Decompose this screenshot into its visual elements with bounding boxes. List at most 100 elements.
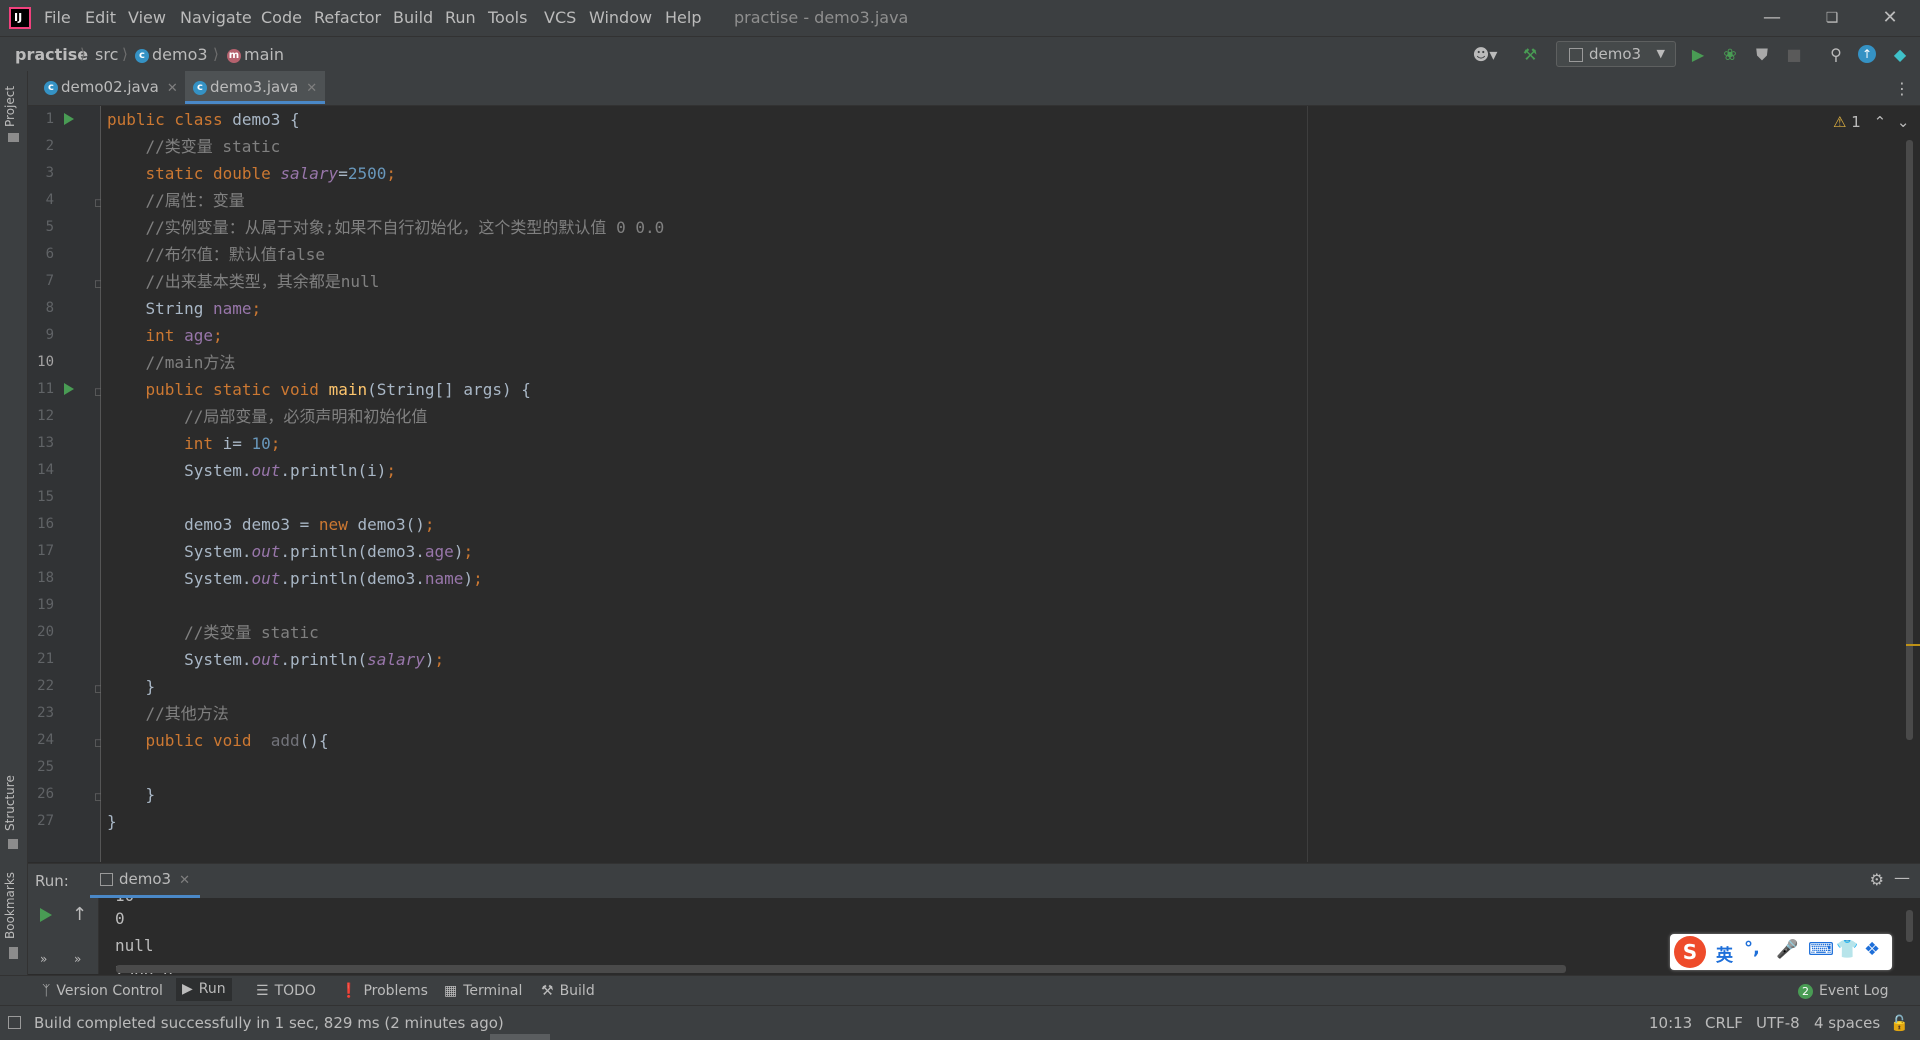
menu-window[interactable]: Window xyxy=(589,8,652,27)
line-number: 19 xyxy=(37,597,54,613)
project-tool-window[interactable]: Project xyxy=(3,86,17,127)
menu-tools[interactable]: Tools xyxy=(488,8,527,27)
tab-label: demo3.java xyxy=(210,78,299,96)
menu-navigate[interactable]: Navigate xyxy=(180,8,252,27)
skin-icon[interactable]: 👕 xyxy=(1836,939,1858,960)
chevron-down-icon: ▼ xyxy=(1656,47,1665,60)
close-icon[interactable]: ✕ xyxy=(306,81,317,96)
code-line: public void add(){ xyxy=(145,731,329,750)
code-line: //属性：变量 xyxy=(107,191,245,210)
tab-demo3[interactable]: c demo3.java ✕ xyxy=(185,71,326,104)
unlock-icon[interactable]: 🔓 xyxy=(1890,1014,1909,1032)
line-separator[interactable]: CRLF xyxy=(1705,1014,1743,1032)
console-v-scrollbar[interactable] xyxy=(1906,910,1913,942)
rerun-icon[interactable] xyxy=(40,908,52,922)
title-bar: IJ File Edit View Navigate Code Refactor… xyxy=(0,0,1920,36)
minimize-icon[interactable]: — xyxy=(1752,4,1792,32)
run-tab-demo3[interactable]: demo3 ✕ xyxy=(90,864,200,898)
menu-build[interactable]: Build xyxy=(393,8,433,27)
editor-scrollbar[interactable] xyxy=(1906,140,1913,740)
breadcrumb-project[interactable]: practise xyxy=(15,45,88,64)
debug-icon[interactable]: ❀ xyxy=(1720,45,1740,65)
menu-vcs[interactable]: VCS xyxy=(544,8,576,27)
problems-tool-button[interactable]: ❗ Problems xyxy=(340,983,428,999)
status-message[interactable]: Build completed successfully in 1 sec, 8… xyxy=(34,1014,504,1032)
event-log-button[interactable]: 2 Event Log xyxy=(1798,983,1889,999)
menu-code[interactable]: Code xyxy=(261,8,302,27)
console-h-scrollbar[interactable] xyxy=(116,965,1566,973)
more-icon[interactable]: » xyxy=(40,952,47,966)
menu-refactor[interactable]: Refactor xyxy=(314,8,381,27)
menu-run[interactable]: Run xyxy=(445,8,476,27)
restore-icon[interactable]: ❏ xyxy=(1812,4,1852,32)
punctuation-icon[interactable]: °, xyxy=(1744,938,1760,959)
code-line: System.out.println(demo3.age); xyxy=(107,542,474,561)
ime-mode[interactable]: 英 xyxy=(1716,941,1733,966)
file-encoding[interactable]: UTF-8 xyxy=(1756,1014,1800,1032)
close-icon[interactable]: ✕ xyxy=(1870,4,1910,32)
inspection-widget[interactable]: ⚠ 1 ⌃ ⌄ xyxy=(1833,113,1910,131)
code-line: int age; xyxy=(145,326,223,345)
stop-icon[interactable]: ■ xyxy=(1784,45,1804,65)
navigation-bar: practise ⟩ src ⟩ c demo3 ⟩ m main ☻▾ ⚒ dem… xyxy=(0,36,1920,72)
close-icon[interactable]: ✕ xyxy=(179,873,190,888)
more-vertical-icon[interactable]: ⋮ xyxy=(1894,79,1910,98)
todo-tool-button[interactable]: ☰ TODO xyxy=(256,983,316,999)
code-line: //main方法 xyxy=(107,353,236,372)
arrow-up-icon[interactable]: ↑ xyxy=(72,904,87,925)
gear-icon[interactable]: ⚙ xyxy=(1870,870,1884,889)
run-icon[interactable]: ▶ xyxy=(1688,45,1708,65)
version-control-button[interactable]: ᛉ Version Control xyxy=(42,983,163,999)
run-config-dropdown[interactable]: demo3 ▼ xyxy=(1556,41,1676,67)
minimize-panel-icon[interactable]: — xyxy=(1894,868,1910,887)
coverage-icon[interactable]: ⛊ xyxy=(1752,45,1772,65)
build-hammer-icon[interactable]: ⚒ xyxy=(1520,45,1540,65)
line-number: 8 xyxy=(45,300,54,316)
build-tool-button[interactable]: ⚒ Build xyxy=(541,983,595,999)
breadcrumb-folder[interactable]: src xyxy=(95,45,118,64)
ime-toolbar[interactable]: S 英 °, 🎤 ⌨ 👕 ❖ xyxy=(1670,934,1892,970)
toolbox-icon[interactable]: ❖ xyxy=(1864,939,1880,960)
chevron-down-icon[interactable]: ⌄ xyxy=(1897,113,1910,131)
breadcrumb-method[interactable]: m main xyxy=(227,45,284,64)
code-line: demo3 demo3 = new demo3(); xyxy=(107,515,435,534)
code-line: String name; xyxy=(107,299,262,318)
line-number: 10 xyxy=(37,354,54,370)
bookmarks-tool-window[interactable]: Bookmarks xyxy=(3,872,17,939)
hammer-icon: ⚒ xyxy=(541,983,554,999)
line-number: 3 xyxy=(45,165,54,181)
tab-demo02[interactable]: c demo02.java ✕ xyxy=(36,71,186,104)
menu-view[interactable]: View xyxy=(128,8,166,27)
more-icon[interactable]: » xyxy=(74,952,81,966)
microphone-icon[interactable]: 🎤 xyxy=(1776,939,1798,960)
breadcrumb-method-label: main xyxy=(244,45,284,64)
close-icon[interactable]: ✕ xyxy=(167,81,178,96)
structure-tool-window[interactable]: Structure xyxy=(3,775,17,831)
layout-icon[interactable] xyxy=(8,1016,21,1029)
breadcrumb-class[interactable]: c demo3 xyxy=(135,45,208,64)
caret-position[interactable]: 10:13 xyxy=(1649,1014,1692,1032)
line-number: 12 xyxy=(37,408,54,424)
chevron-up-icon[interactable]: ⌃ xyxy=(1874,113,1887,131)
search-icon[interactable]: ⚲ xyxy=(1826,45,1846,65)
update-icon[interactable]: ↑ xyxy=(1858,45,1876,63)
left-tool-strip: Project Structure Bookmarks xyxy=(0,71,28,998)
terminal-icon: ▦ xyxy=(444,983,458,999)
menu-edit[interactable]: Edit xyxy=(85,8,116,27)
class-icon: c xyxy=(135,48,149,63)
run-console[interactable]: 10 0 null 2500.0 xyxy=(28,898,1920,974)
run-gutter-icon[interactable] xyxy=(64,383,74,395)
keyboard-icon[interactable]: ⌨ xyxy=(1808,939,1834,960)
terminal-tool-button[interactable]: ▦ Terminal xyxy=(444,983,522,999)
line-number: 21 xyxy=(37,651,54,667)
menu-file[interactable]: File xyxy=(44,8,71,27)
indent-setting[interactable]: 4 spaces xyxy=(1814,1014,1880,1032)
run-gutter-icon[interactable] xyxy=(64,113,74,125)
run-tool-button[interactable]: ▶ Run xyxy=(176,978,232,1001)
add-user-icon[interactable]: ☻▾ xyxy=(1470,45,1500,65)
line-number: 14 xyxy=(37,462,54,478)
plugin-icon[interactable]: ◆ xyxy=(1890,45,1910,65)
code-editor[interactable]: public class demo3 { //类变量 static static… xyxy=(101,106,1919,862)
menu-help[interactable]: Help xyxy=(665,8,701,27)
